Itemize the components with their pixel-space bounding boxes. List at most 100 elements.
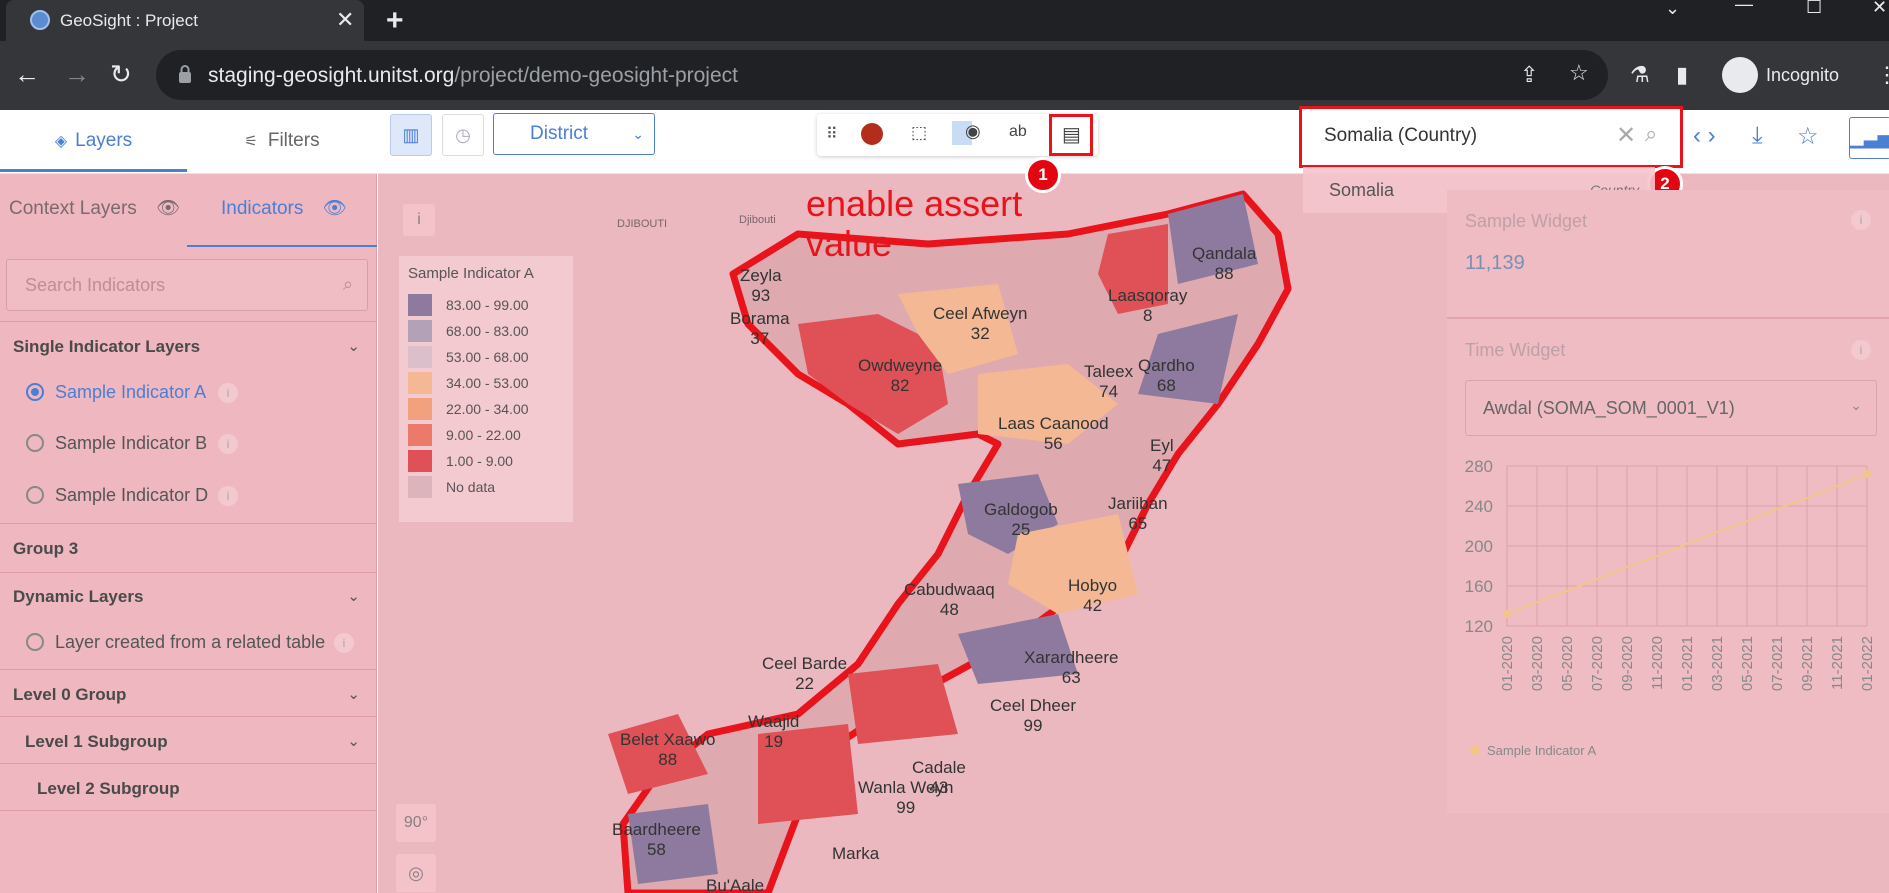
info-icon[interactable]: i [334, 633, 354, 653]
layers-icon: ◈ [54, 133, 68, 150]
reload-icon[interactable]: ↻ [110, 59, 132, 90]
chevron-down-icon[interactable]: ⌄ [347, 337, 360, 355]
search-placeholder: Search Indicators [25, 275, 166, 295]
tab-context-layers[interactable]: Context Layers 👁 [9, 174, 180, 246]
place-name: Ceel Dheer [990, 696, 1076, 715]
share-icon[interactable]: ⇪ [1520, 62, 1538, 88]
info-icon[interactable]: i [218, 486, 238, 506]
clear-icon[interactable]: ✕ [1616, 121, 1636, 150]
annotation-note-1-line-1: enable assert [806, 183, 1023, 224]
maximize-icon[interactable]: ☐ [1806, 0, 1822, 18]
compass-icon[interactable]: ◎ [396, 854, 436, 892]
item-related-table-layer[interactable]: Layer created from a related table [55, 632, 325, 653]
side-panel-icon[interactable]: ▮ [1676, 62, 1688, 88]
select-tool-icon[interactable]: ⬚ [911, 123, 927, 143]
item-sample-indicator-a[interactable]: Sample Indicator A [55, 382, 206, 403]
radio-sample-indicator-d[interactable] [26, 486, 44, 504]
new-tab-icon[interactable]: + [386, 4, 404, 38]
tab-search-icon[interactable]: ⌄ [1665, 0, 1680, 19]
place-name: Qardho [1138, 356, 1195, 375]
y-tick-label: 120 [1465, 617, 1493, 636]
item-sample-indicator-d[interactable]: Sample Indicator D [55, 485, 208, 506]
indicator-search-input[interactable]: Search Indicators ⌕ [6, 259, 368, 311]
text-label-icon[interactable]: ab [1009, 123, 1027, 141]
place-label: Laasqoray 8 [1108, 286, 1187, 326]
eye-icon[interactable]: 👁 [156, 198, 180, 219]
place-name: Jariiban [1108, 494, 1168, 513]
incognito-icon [1722, 57, 1758, 93]
chevron-down-icon[interactable]: ⌄ [347, 732, 360, 750]
divider [0, 572, 377, 573]
eye-icon[interactable]: 👁 [323, 198, 347, 219]
embed-code-icon[interactable]: ‹ › [1693, 122, 1716, 150]
location-search[interactable]: Somalia (Country) ✕ ⌕ [1299, 106, 1683, 168]
drag-handle-icon[interactable]: ⠿ [826, 124, 838, 144]
place-value: 37 [750, 329, 770, 348]
section-dynamic-layers[interactable]: Dynamic Layers [13, 587, 143, 607]
info-icon[interactable]: i [218, 383, 238, 403]
search-result-somalia[interactable]: Somalia [1329, 180, 1394, 201]
place-label: Owdweyne 82 [858, 356, 942, 396]
section-level-1-subgroup[interactable]: Level 1 Subgroup [25, 732, 168, 752]
section-level-2-subgroup[interactable]: Level 2 Subgroup [37, 779, 180, 799]
radio-sample-indicator-a[interactable] [26, 383, 44, 401]
toggle-sidebar-button[interactable]: ▥ [390, 114, 432, 156]
browser-toolbar: ← → ↻ staging-geosight.unitst.org/projec… [0, 41, 1889, 110]
place-label: Qandala 88 [1192, 244, 1256, 284]
radio-related-table-layer[interactable] [26, 633, 44, 651]
place-value: 99 [896, 798, 916, 817]
address-bar[interactable]: staging-geosight.unitst.org/project/demo… [156, 50, 1608, 100]
download-icon[interactable]: ⤓ [1752, 122, 1763, 150]
incognito-profile[interactable]: Incognito [1722, 57, 1864, 93]
message-icon: ▤ [1062, 124, 1081, 146]
map-bearing-button[interactable]: 90° [396, 804, 436, 842]
chevron-down-icon[interactable]: ⌄ [347, 587, 360, 605]
tab-filters[interactable]: ⚟ Filters [187, 110, 377, 172]
info-icon[interactable]: i [1851, 340, 1871, 360]
more-menu-icon[interactable]: ⋮ [1876, 62, 1889, 88]
radio-sample-indicator-b[interactable] [26, 434, 44, 452]
bookmark-star-icon[interactable]: ☆ [1569, 60, 1589, 86]
section-level-0-group[interactable]: Level 0 Group [13, 685, 126, 705]
item-sample-indicator-b[interactable]: Sample Indicator B [55, 433, 207, 454]
labs-flask-icon[interactable]: ⚗ [1630, 62, 1650, 88]
color-picker-icon[interactable] [861, 123, 883, 145]
place-name: Djibouti [739, 214, 776, 226]
browser-tab-bar: GeoSight : Project ✕ + ⌄ — ☐ ✕ [0, 0, 1889, 41]
info-icon[interactable]: i [1851, 210, 1871, 230]
search-icon[interactable]: ⌕ [1645, 121, 1657, 147]
place-value: 25 [1011, 520, 1031, 539]
window-close-icon[interactable]: ✕ [1872, 0, 1887, 18]
visibility-tool-icon[interactable]: ◉ [965, 121, 981, 142]
tab-indicators[interactable]: Indicators 👁 [187, 174, 377, 247]
time-widget-select[interactable]: Awdal (SOMA_SOM_0001_V1) ⌄ [1465, 380, 1877, 436]
search-input[interactable]: Somalia (Country) [1324, 125, 1477, 147]
y-tick-label: 160 [1465, 577, 1493, 596]
admin-level-value: District [530, 123, 589, 144]
chevron-down-icon[interactable]: ⌄ [347, 685, 360, 703]
section-group-3[interactable]: Group 3 [13, 539, 78, 559]
favorite-star-icon[interactable]: ☆ [1797, 122, 1819, 151]
info-icon[interactable]: i [218, 434, 238, 454]
widgets-toggle-button[interactable]: ▁▃▅ [1849, 117, 1889, 159]
history-button[interactable]: ◷ [442, 114, 484, 156]
tab-layers[interactable]: ◈ Layers [0, 110, 187, 172]
assert-value-button[interactable]: ▤ [1049, 114, 1093, 156]
section-single-indicator-layers[interactable]: Single Indicator Layers [13, 337, 200, 357]
divider [0, 810, 377, 811]
back-icon[interactable]: ← [14, 59, 40, 90]
place-value: 8 [1142, 306, 1153, 325]
place-value: 99 [1023, 716, 1043, 735]
admin-level-select[interactable]: District ⌄ [493, 113, 655, 155]
info-icon[interactable]: i [403, 204, 435, 236]
place-label: DJIBOUTI [617, 214, 667, 234]
tab-title: GeoSight : Project [60, 11, 198, 30]
place-label: Qardho 68 [1138, 356, 1195, 396]
x-tick-label: 03-2021 [1709, 636, 1726, 691]
tab-filters-label: Filters [267, 130, 320, 151]
browser-tab[interactable]: GeoSight : Project ✕ [6, 0, 364, 41]
close-icon[interactable]: ✕ [336, 7, 354, 33]
minimize-icon[interactable]: — [1735, 0, 1753, 15]
forward-icon[interactable]: → [64, 59, 90, 90]
legend-label: 22.00 - 34.00 [446, 401, 529, 417]
